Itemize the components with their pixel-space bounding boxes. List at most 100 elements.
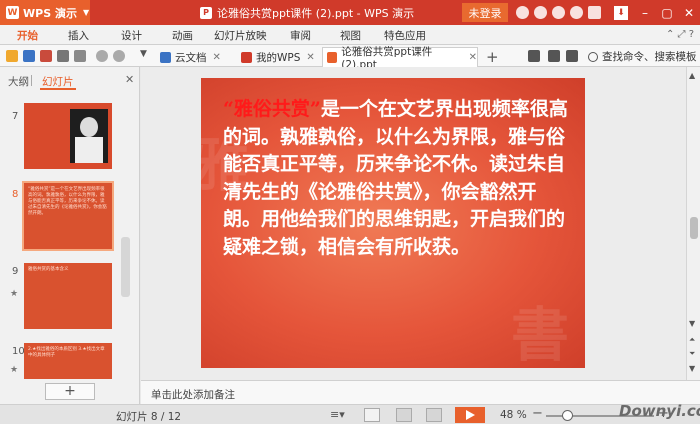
animation-star-icon: ★ (10, 365, 19, 375)
print-icon[interactable] (57, 50, 69, 62)
close-tab-icon[interactable]: ✕ (213, 52, 221, 63)
titlebar-tools (516, 0, 606, 25)
zoom-slider-handle[interactable] (562, 410, 573, 421)
ribbon-collapse-controls[interactable]: ⌃ ⤢ ? (666, 29, 694, 40)
notes-toggle-icon[interactable]: ≡▾ (330, 408, 345, 421)
notes-placeholder: 单击此处添加备注 (151, 389, 235, 401)
undo-icon[interactable] (96, 50, 108, 62)
tab-cloud-docs[interactable]: 云文档 ✕ (156, 47, 232, 67)
scroll-end-icon[interactable]: ▼ (689, 364, 695, 373)
maximize-icon[interactable]: ▢ (656, 6, 678, 20)
minimize-icon[interactable]: – (634, 6, 656, 20)
share-icon[interactable] (552, 6, 565, 19)
add-slide-button[interactable]: + (45, 383, 95, 400)
close-tab-icon[interactable]: ✕ (469, 52, 477, 63)
tab-my-wps-label: 我的WPS (256, 51, 301, 64)
zoom-level[interactable]: 48 % (500, 409, 527, 421)
tab-my-wps[interactable]: 我的WPS ✕ (237, 47, 321, 67)
print-preview-icon[interactable] (74, 50, 86, 62)
tab-review[interactable]: 审阅 (290, 28, 311, 43)
close-icon[interactable]: ✕ (678, 6, 700, 20)
layout-icon[interactable] (548, 50, 560, 62)
decorative-pattern: 書 (511, 301, 570, 368)
tab-home[interactable]: 开始 (17, 28, 38, 43)
divider (31, 75, 32, 86)
slide-thumbnail-10[interactable]: 2.★找出雅俗的本质区别 3.★找出文章中的具体例子 (24, 343, 112, 379)
scroll-up-icon[interactable]: ▲ (689, 71, 695, 80)
slide-paragraph: 是一个在文艺界出现频率很高的词。孰雅孰俗，以什么为界限，雅与俗能否真正平等，历来… (223, 98, 568, 258)
tab-insert[interactable]: 插入 (68, 28, 89, 43)
portrait-image (70, 109, 108, 163)
customize-toolbar-icon[interactable]: ▼ (140, 49, 147, 59)
tab-slides[interactable]: 幻灯片 (42, 74, 74, 89)
settings-icon[interactable] (566, 50, 578, 62)
close-panel-icon[interactable]: ✕ (125, 73, 134, 86)
command-search[interactable]: 查找命令、搜索模板 (588, 49, 697, 64)
download-icon[interactable]: ⬇ (614, 5, 628, 20)
skin-icon[interactable] (516, 6, 529, 19)
app-name: WPS 演示 (23, 6, 77, 20)
thumb-text: 2.★找出雅俗的本质区别 3.★找出文章中的具体例子 (28, 347, 105, 358)
slide-body-text[interactable]: “雅俗共赏”是一个在文艺界出现频率很高的词。孰雅孰俗，以什么为界限，雅与俗能否真… (223, 96, 569, 261)
thumb-text: 雅俗共赏的基本含义 (28, 267, 69, 272)
slide-thumbnail-8[interactable]: “雅俗共赏”是一个在文艺界出现频率很高的词。孰雅孰俗，以什么为界限，雅与俗能否真… (22, 181, 114, 251)
window-controls: ⬇ – ▢ ✕ (614, 0, 700, 25)
notes-pane[interactable]: 单击此处添加备注 (141, 380, 700, 404)
wps-icon (241, 51, 252, 63)
open-icon[interactable] (6, 50, 18, 62)
status-bar: 幻灯片 8 / 12 ≡▾ 48 % − + (0, 404, 700, 424)
ribbon-tabs: 开始 插入 设计 动画 幻灯片放映 审阅 视图 特色应用 ⌃ ⤢ ? (0, 25, 700, 45)
tab-cloud-docs-label: 云文档 (175, 51, 207, 64)
tab-view[interactable]: 视图 (340, 28, 361, 43)
slide-thumbnail-9[interactable]: 雅俗共赏的基本含义 (24, 263, 112, 329)
watermark-logo: Downyi.com (619, 402, 700, 420)
close-tab-icon[interactable]: ✕ (306, 52, 314, 63)
new-tab-button[interactable]: + (486, 48, 499, 66)
search-icon (588, 51, 598, 62)
vertical-scrollbar[interactable]: ▲ ▼ ⏶ ⏷ ▼ (686, 67, 700, 380)
feedback-icon[interactable] (534, 6, 547, 19)
slide-sorter-view-icon[interactable] (396, 408, 412, 422)
panel-scrollbar[interactable] (121, 237, 130, 297)
slide-counter: 幻灯片 8 / 12 (116, 411, 182, 423)
app-menu-button[interactable]: W WPS 演示 ▼ (0, 0, 90, 25)
window-title: P 论雅俗共赏ppt课件 (2).ppt - WPS 演示 (200, 0, 414, 25)
slide-number: 9 (12, 266, 19, 277)
export-pdf-icon[interactable] (40, 50, 52, 62)
title-bar: W WPS 演示 ▼ P 论雅俗共赏ppt课件 (2).ppt - WPS 演示… (0, 0, 700, 25)
tab-design[interactable]: 设计 (121, 28, 142, 43)
tab-current-document[interactable]: 论雅俗共赏ppt课件 (2).ppt ✕ (322, 46, 478, 71)
scroll-thumb[interactable] (690, 217, 698, 239)
redo-icon[interactable] (113, 50, 125, 62)
tab-animation[interactable]: 动画 (172, 28, 193, 43)
window-title-text: 论雅俗共赏ppt课件 (2).ppt - WPS 演示 (217, 6, 415, 20)
current-slide[interactable]: 雅 書 “雅俗共赏”是一个在文艺界出现频率很高的词。孰雅孰俗，以什么为界限，雅与… (201, 78, 585, 368)
zoom-out-icon[interactable]: − (532, 406, 543, 421)
next-slide-icon[interactable]: ⏷ (689, 349, 695, 359)
active-tab-underline (40, 88, 76, 90)
quick-toolbar: ▼ 云文档 ✕ 我的WPS ✕ 论雅俗共赏ppt课件 (2).ppt ✕ + 查… (0, 45, 700, 71)
reading-view-icon[interactable] (426, 408, 442, 422)
slide-number: 8 (12, 189, 19, 200)
login-button[interactable]: 未登录 (462, 3, 508, 22)
slides-panel: 大纲 幻灯片 ✕ 7 8 “雅俗共赏”是一个在文艺界出现频率很高的词。孰雅孰俗，… (0, 67, 140, 404)
scroll-down-icon[interactable]: ▼ (689, 319, 695, 328)
collab-icon[interactable] (528, 50, 540, 62)
play-slideshow-button[interactable] (455, 407, 485, 423)
ppt-file-icon (327, 52, 338, 63)
save-icon[interactable] (23, 50, 35, 62)
cloud-icon (160, 51, 171, 63)
tab-special[interactable]: 特色应用 (384, 28, 426, 43)
command-search-label: 查找命令、搜索模板 (602, 51, 697, 63)
tab-outline[interactable]: 大纲 (8, 74, 29, 89)
slide-number: 10 (12, 346, 25, 357)
slide-number: 7 (12, 111, 19, 122)
slide-thumbnail-7[interactable] (24, 103, 112, 169)
menu-icon[interactable] (588, 6, 601, 19)
panel-tabs: 大纲 幻灯片 ✕ (0, 67, 140, 90)
tab-slideshow[interactable]: 幻灯片放映 (214, 28, 267, 43)
prev-slide-icon[interactable]: ⏶ (689, 335, 695, 345)
normal-view-icon[interactable] (364, 408, 380, 422)
help-icon[interactable] (570, 6, 583, 19)
wps-logo-icon: W (6, 6, 19, 19)
